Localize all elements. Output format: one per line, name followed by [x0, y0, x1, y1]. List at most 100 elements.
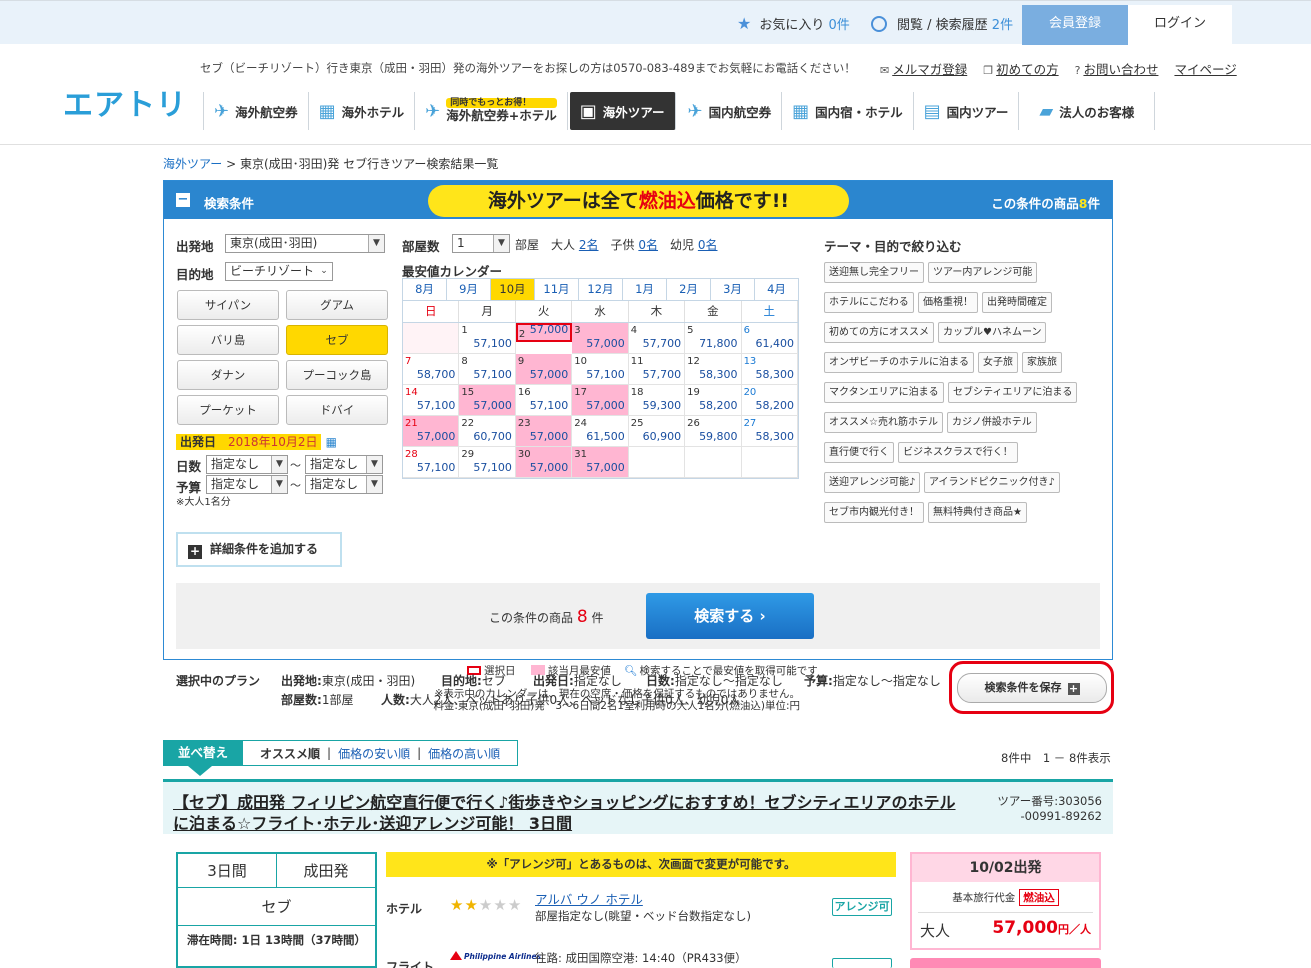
days-max-select[interactable]: 指定なし ▼: [305, 455, 383, 474]
calendar-month-tab[interactable]: 4月: [755, 279, 798, 300]
destination-option[interactable]: プーケット: [177, 395, 279, 425]
nav-domestic-hotels[interactable]: ▦ 国内宿・ホテル: [782, 92, 914, 130]
history-link[interactable]: 閲覧 / 検索履歴 2件: [871, 14, 1013, 33]
destination-select[interactable]: ビーチリゾート ⌄: [225, 262, 333, 281]
theme-tag[interactable]: 家族旅: [1022, 352, 1062, 373]
calendar-day[interactable]: 12 58,300: [685, 354, 742, 385]
theme-tag[interactable]: カップル♥ハネムーン: [938, 322, 1047, 343]
adult-count-link[interactable]: 2名: [579, 238, 599, 252]
mypage-link[interactable]: マイページ: [1174, 62, 1236, 77]
breadcrumb-home[interactable]: 海外ツアー: [163, 157, 222, 171]
calendar-day[interactable]: 21 57,000: [403, 416, 460, 447]
calendar-day[interactable]: 15 57,000: [459, 385, 516, 416]
calendar-day[interactable]: 4 57,700: [628, 323, 686, 354]
register-button[interactable]: 会員登録: [1022, 5, 1128, 45]
nav-domestic-tours[interactable]: ▤ 国内ツアー: [914, 92, 1020, 130]
child-count-link[interactable]: 0名: [638, 238, 658, 252]
calendar-day[interactable]: 3 57,000: [572, 323, 629, 354]
destination-option[interactable]: ドバイ: [286, 395, 388, 425]
nav-corporate[interactable]: ▰ 法人のお客様: [1019, 92, 1156, 130]
theme-tag[interactable]: ビジネスクラスで行く！: [898, 442, 1018, 463]
theme-tag[interactable]: アイランドピクニック付き♪: [924, 472, 1060, 493]
infant-count-link[interactable]: 0名: [698, 238, 718, 252]
theme-tag[interactable]: 直行便で行く: [824, 442, 894, 463]
calendar-day[interactable]: 23 57,000: [515, 416, 573, 447]
theme-tag[interactable]: 無料特典付き商品★: [928, 502, 1027, 523]
theme-tag[interactable]: 送迎アレンジ可能♪: [824, 472, 921, 493]
calendar-day[interactable]: 25 60,900: [628, 416, 686, 447]
theme-tag[interactable]: オススメ☆売れ筋ホテル: [824, 412, 943, 433]
calendar-day[interactable]: 11 57,700: [628, 354, 686, 385]
destination-option[interactable]: ダナン: [177, 360, 279, 390]
calendar-month-tab[interactable]: 9月: [447, 279, 491, 300]
calendar-day[interactable]: 6 61,400: [741, 323, 798, 354]
calendar-day[interactable]: 22 60,700: [459, 416, 516, 447]
destination-option[interactable]: グアム: [286, 290, 388, 320]
rooms-select[interactable]: 1 ▼: [452, 234, 510, 253]
calendar-month-tab[interactable]: 11月: [535, 279, 579, 300]
theme-tag[interactable]: 女子旅: [978, 352, 1018, 373]
departure-select[interactable]: 東京(成田･羽田) ▼: [225, 234, 385, 253]
calendar-day[interactable]: 24 61,500: [572, 416, 629, 447]
calendar-day[interactable]: 31 57,000: [572, 447, 629, 478]
contact-link[interactable]: お問い合わせ: [1083, 62, 1158, 77]
calendar-month-tab[interactable]: 10月: [491, 279, 535, 300]
first-time-link[interactable]: 初めての方: [996, 62, 1059, 77]
calendar-day[interactable]: 20 58,200: [741, 385, 798, 416]
destination-option-selected[interactable]: セブ: [286, 325, 388, 355]
theme-tag[interactable]: ツアー内アレンジ可能: [928, 262, 1038, 283]
search-button[interactable]: 検索する ›: [646, 593, 814, 639]
theme-tag[interactable]: マクタンエリアに泊まる: [824, 382, 944, 403]
destination-option[interactable]: バリ島: [177, 325, 279, 355]
theme-tag[interactable]: ホテルにこだわる: [824, 292, 914, 313]
theme-tag[interactable]: セブ市内観光付き！: [824, 502, 924, 523]
theme-tag[interactable]: 初めての方にオススメ: [824, 322, 934, 343]
destination-option[interactable]: サイパン: [177, 290, 279, 320]
nav-intl-flights[interactable]: ✈ 海外航空券: [203, 92, 309, 130]
calendar-day[interactable]: 8 57,100: [459, 354, 516, 385]
calendar-day[interactable]: 16 57,100: [515, 385, 573, 416]
calendar-day[interactable]: 28 57,100: [403, 447, 460, 478]
calendar-day[interactable]: 19 58,200: [685, 385, 742, 416]
favorites-link[interactable]: ★ お気に入り 0件: [737, 14, 850, 33]
calendar-day[interactable]: 18 59,300: [628, 385, 686, 416]
theme-tag[interactable]: 出発時間確定: [982, 292, 1052, 313]
nav-domestic-flights[interactable]: ✈ 国内航空券: [678, 92, 783, 130]
calendar-day[interactable]: 14 57,100: [403, 385, 460, 416]
tour-detail-button[interactable]: [910, 958, 1101, 968]
destination-option[interactable]: プーコック島: [286, 360, 388, 390]
calendar-month-tab[interactable]: 3月: [711, 279, 755, 300]
hotel-name-link[interactable]: アルバ ウノ ホテル: [535, 889, 643, 908]
theme-tag[interactable]: カジノ併設ホテル: [947, 412, 1037, 433]
calendar-day[interactable]: 30 57,000: [515, 447, 573, 478]
nav-intl-hotels[interactable]: ▦ 海外ホテル: [309, 92, 416, 130]
calendar-day[interactable]: 10 57,100: [572, 354, 629, 385]
sort-price-low[interactable]: 価格の安い順: [331, 745, 417, 762]
calendar-day[interactable]: 26 59,800: [685, 416, 742, 447]
budget-min-select[interactable]: 指定なし ▼: [206, 475, 288, 494]
nav-intl-tours[interactable]: ▣ 海外ツアー: [569, 92, 676, 130]
nav-intl-flight-hotel[interactable]: ✈ 同時でもっとお得！ 海外航空券+ホテル: [415, 92, 568, 130]
login-button[interactable]: ログイン: [1128, 5, 1232, 45]
theme-tag[interactable]: 送迎無し完全フリー: [824, 262, 924, 283]
sort-price-high[interactable]: 価格の高い順: [421, 745, 507, 762]
calendar-day[interactable]: 17 57,000: [572, 385, 629, 416]
site-logo[interactable]: エアトリ: [63, 80, 187, 124]
budget-max-select[interactable]: 指定なし ▼: [305, 475, 383, 494]
sort-recommended[interactable]: オススメ順: [253, 745, 327, 762]
add-detail-conditions-button[interactable]: + 詳細条件を追加する: [176, 532, 342, 567]
calendar-day[interactable]: 2 57,000: [515, 323, 573, 342]
calendar-month-tab[interactable]: 8月: [403, 279, 447, 300]
calendar-day[interactable]: 27 58,300: [741, 416, 798, 447]
theme-tag[interactable]: オンザビーチのホテルに泊まる: [824, 352, 974, 373]
tour-title-link[interactable]: 【セブ】成田発 フィリピン航空直行便で行く♪街歩きやショッピングにおすすめ！セブ…: [173, 792, 963, 834]
newsletter-link[interactable]: メルマガ登録: [892, 62, 967, 77]
calendar-day[interactable]: 13 58,300: [741, 354, 798, 385]
save-conditions-button[interactable]: 検索条件を保存 +: [957, 673, 1107, 703]
calendar-day[interactable]: 1 57,100: [459, 323, 516, 354]
theme-tag[interactable]: 価格重視！: [918, 292, 978, 313]
days-min-select[interactable]: 指定なし ▼: [206, 455, 288, 474]
calendar-day[interactable]: 5 71,800: [685, 323, 742, 354]
calendar-day[interactable]: 7 58,700: [403, 354, 460, 385]
collapse-icon[interactable]: −: [176, 193, 190, 207]
